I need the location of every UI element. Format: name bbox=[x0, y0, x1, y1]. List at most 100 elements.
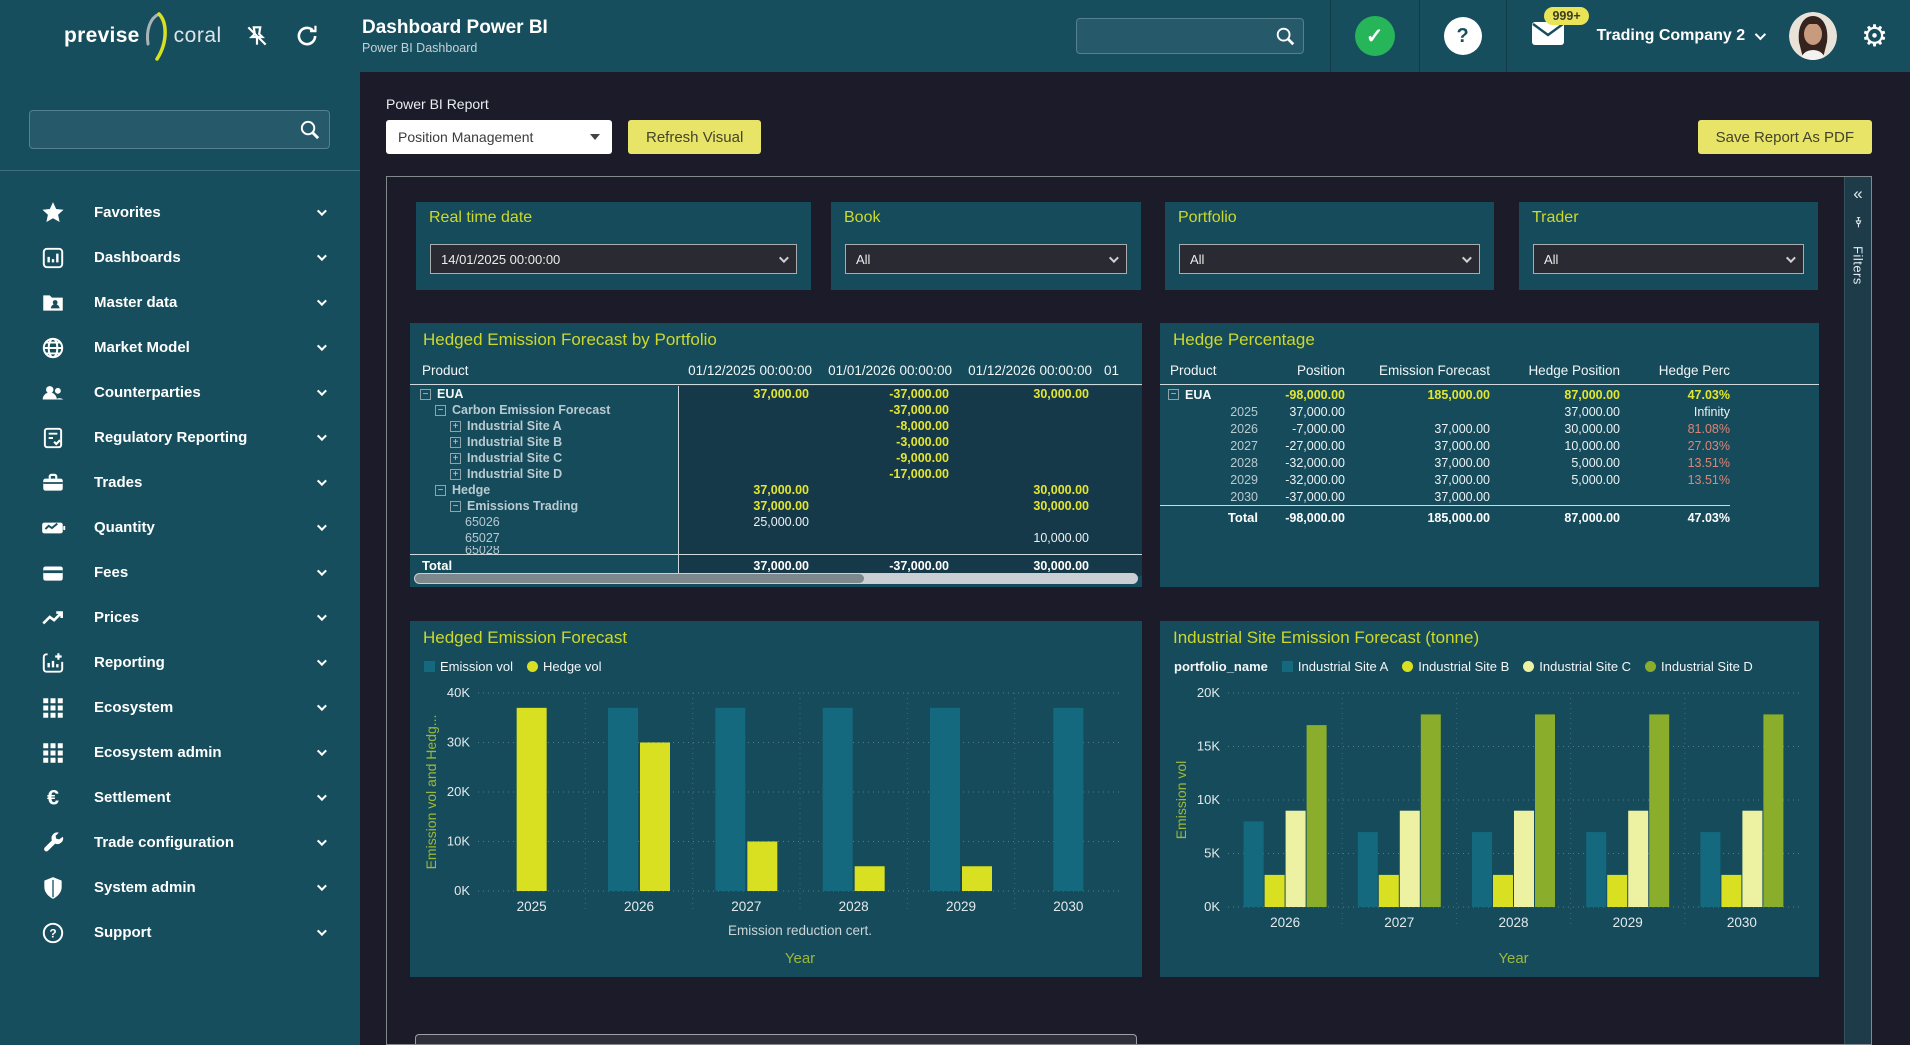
sidebar-item-master-data[interactable]: Master data bbox=[0, 280, 360, 325]
bar-industrial-site-c-2030[interactable] bbox=[1742, 811, 1762, 907]
sidebar-item-regulatory-reporting[interactable]: Regulatory Reporting bbox=[0, 415, 360, 460]
bar-industrial-site-c-2026[interactable] bbox=[1286, 811, 1306, 907]
table-row-industrial-site-b[interactable]: +Industrial Site B-3,000.00 bbox=[410, 434, 1142, 450]
legend-item[interactable]: Industrial Site D bbox=[1645, 659, 1753, 674]
sidebar-item-quantity[interactable]: Quantity bbox=[0, 505, 360, 550]
bar-hedge-vol-2027[interactable] bbox=[747, 842, 777, 892]
collapse-toggle-icon[interactable]: − bbox=[435, 405, 446, 416]
bar-emission-vol-2026[interactable] bbox=[608, 708, 638, 891]
scrollbar-thumb[interactable] bbox=[415, 574, 864, 583]
table-row-2025[interactable]: 202537,000.0037,000.00Infinity bbox=[1160, 403, 1819, 420]
sidebar-item-trade-configuration[interactable]: Trade configuration bbox=[0, 820, 360, 865]
collapse-toggle-icon[interactable]: − bbox=[435, 485, 446, 496]
bar-industrial-site-c-2028[interactable] bbox=[1514, 811, 1534, 907]
sidebar-item-counterparties[interactable]: Counterparties bbox=[0, 370, 360, 415]
horizontal-scrollbar[interactable] bbox=[414, 573, 1138, 584]
pin-off-icon[interactable] bbox=[238, 17, 276, 55]
expand-toggle-icon[interactable]: + bbox=[450, 437, 461, 448]
bar-emission-vol-2027[interactable] bbox=[715, 708, 745, 891]
bar-industrial-site-d-2026[interactable] bbox=[1307, 725, 1327, 907]
table-row-hedge[interactable]: −Hedge37,000.0030,000.00 bbox=[410, 482, 1142, 498]
bar-hedge-vol-2025[interactable] bbox=[517, 708, 547, 891]
sidebar-item-fees[interactable]: Fees bbox=[0, 550, 360, 595]
help-icon[interactable]: ? bbox=[1444, 17, 1482, 55]
legend-item[interactable]: Emission vol bbox=[424, 659, 513, 674]
expand-toggle-icon[interactable]: + bbox=[450, 453, 461, 464]
table-row-2027[interactable]: 2027-27,000.0037,000.0010,000.0027.03% bbox=[1160, 437, 1819, 454]
table-row-2030[interactable]: 2030-37,000.0037,000.00 bbox=[1160, 488, 1819, 505]
bar-industrial-site-a-2030[interactable] bbox=[1700, 832, 1720, 907]
bar-industrial-site-c-2027[interactable] bbox=[1400, 811, 1420, 907]
bar-industrial-site-b-2026[interactable] bbox=[1265, 875, 1285, 907]
sidebar-item-market-model[interactable]: Market Model bbox=[0, 325, 360, 370]
bar-industrial-site-d-2030[interactable] bbox=[1763, 714, 1783, 907]
slicer-dropdown[interactable]: All bbox=[1533, 244, 1804, 274]
sidebar-item-favorites[interactable]: Favorites bbox=[0, 190, 360, 235]
sidebar-item-reporting[interactable]: Reporting bbox=[0, 640, 360, 685]
bar-industrial-site-a-2027[interactable] bbox=[1358, 832, 1378, 907]
legend-item[interactable]: Hedge vol bbox=[527, 659, 602, 674]
table-row-eua[interactable]: −EUA-98,000.00185,000.0087,000.0047.03% bbox=[1160, 386, 1819, 403]
expand-toggle-icon[interactable]: + bbox=[450, 421, 461, 432]
bar-industrial-site-a-2028[interactable] bbox=[1472, 832, 1492, 907]
bar-emission-vol-2028[interactable] bbox=[823, 708, 853, 891]
collapse-toggle-icon[interactable]: − bbox=[450, 501, 461, 512]
user-avatar[interactable] bbox=[1789, 12, 1837, 60]
sidebar-item-settlement[interactable]: €Settlement bbox=[0, 775, 360, 820]
bar-industrial-site-d-2028[interactable] bbox=[1535, 714, 1555, 907]
bar-emission-vol-2030[interactable] bbox=[1053, 708, 1083, 891]
table-row-industrial-site-d[interactable]: +Industrial Site D-17,000.00 bbox=[410, 466, 1142, 482]
topbar-search-input[interactable] bbox=[1076, 18, 1304, 54]
legend-item[interactable]: Industrial Site A bbox=[1282, 659, 1388, 674]
expand-toggle-icon[interactable]: + bbox=[450, 469, 461, 480]
table-row-industrial-site-a[interactable]: +Industrial Site A-8,000.00 bbox=[410, 418, 1142, 434]
settings-gear-icon[interactable]: ⚙ bbox=[1861, 19, 1888, 54]
sidebar-search-input[interactable] bbox=[29, 110, 330, 149]
sidebar-item-ecosystem[interactable]: Ecosystem bbox=[0, 685, 360, 730]
bar-industrial-site-b-2030[interactable] bbox=[1721, 875, 1741, 907]
sidebar-item-ecosystem-admin[interactable]: Ecosystem admin bbox=[0, 730, 360, 775]
bar-industrial-site-c-2029[interactable] bbox=[1628, 811, 1648, 907]
save-report-pdf-button[interactable]: Save Report As PDF bbox=[1698, 120, 1872, 154]
bar-hedge-vol-2026[interactable] bbox=[640, 743, 670, 892]
bar-industrial-site-b-2029[interactable] bbox=[1607, 875, 1627, 907]
company-selector[interactable]: Trading Company 2 bbox=[1589, 27, 1771, 45]
sidebar-item-dashboards[interactable]: Dashboards bbox=[0, 235, 360, 280]
table-row-industrial-site-c[interactable]: +Industrial Site C-9,000.00 bbox=[410, 450, 1142, 466]
legend-item[interactable]: Industrial Site B bbox=[1402, 659, 1509, 674]
bar-emission-vol-2029[interactable] bbox=[930, 708, 960, 891]
bar-industrial-site-b-2027[interactable] bbox=[1379, 875, 1399, 907]
status-check-icon[interactable]: ✓ bbox=[1355, 16, 1395, 56]
table-row-65026[interactable]: 6502625,000.00 bbox=[410, 514, 1142, 530]
bar-industrial-site-a-2029[interactable] bbox=[1586, 832, 1606, 907]
table-row-2029[interactable]: 2029-32,000.0037,000.005,000.0013.51% bbox=[1160, 471, 1819, 488]
bar-hedge-vol-2028[interactable] bbox=[855, 866, 885, 891]
slicer-dropdown[interactable]: All bbox=[1179, 244, 1480, 274]
refresh-visual-button[interactable]: Refresh Visual bbox=[628, 120, 761, 154]
bar-hedge-vol-2029[interactable] bbox=[962, 866, 992, 891]
sidebar-item-system-admin[interactable]: System admin bbox=[0, 865, 360, 910]
table-row-65027[interactable]: 6502710,000.00 bbox=[410, 530, 1142, 546]
table-row-eua[interactable]: −EUA37,000.00-37,000.0030,000.00 bbox=[410, 386, 1142, 402]
pin-icon[interactable] bbox=[1852, 216, 1865, 234]
expand-filters-icon[interactable]: « bbox=[1853, 185, 1862, 202]
table-row-65028[interactable]: 65028 bbox=[410, 546, 1142, 554]
collapse-toggle-icon[interactable]: − bbox=[1168, 389, 1179, 400]
refresh-icon[interactable] bbox=[288, 17, 326, 55]
table-row-2028[interactable]: 2028-32,000.0037,000.005,000.0013.51% bbox=[1160, 454, 1819, 471]
bar-industrial-site-d-2027[interactable] bbox=[1421, 714, 1441, 907]
bar-industrial-site-a-2026[interactable] bbox=[1244, 821, 1264, 907]
table-total-row[interactable]: Total-98,000.00185,000.0087,000.0047.03% bbox=[1160, 505, 1730, 529]
legend-item[interactable]: Industrial Site C bbox=[1523, 659, 1631, 674]
sidebar-item-trades[interactable]: Trades bbox=[0, 460, 360, 505]
table-row-2026[interactable]: 2026-7,000.0037,000.0030,000.0081.08% bbox=[1160, 420, 1819, 437]
slicer-dropdown[interactable]: All bbox=[845, 244, 1127, 274]
bar-industrial-site-d-2029[interactable] bbox=[1649, 714, 1669, 907]
bar-industrial-site-b-2028[interactable] bbox=[1493, 875, 1513, 907]
sidebar-item-prices[interactable]: Prices bbox=[0, 595, 360, 640]
table-row-carbon-emission-forecast[interactable]: −Carbon Emission Forecast-37,000.00 bbox=[410, 402, 1142, 418]
slicer-dropdown[interactable]: 14/01/2025 00:00:00 bbox=[430, 244, 797, 274]
table-row-emissions-trading[interactable]: −Emissions Trading37,000.0030,000.00 bbox=[410, 498, 1142, 514]
sidebar-item-support[interactable]: ?Support bbox=[0, 910, 360, 955]
mail-icon[interactable]: 999+ bbox=[1531, 21, 1565, 51]
